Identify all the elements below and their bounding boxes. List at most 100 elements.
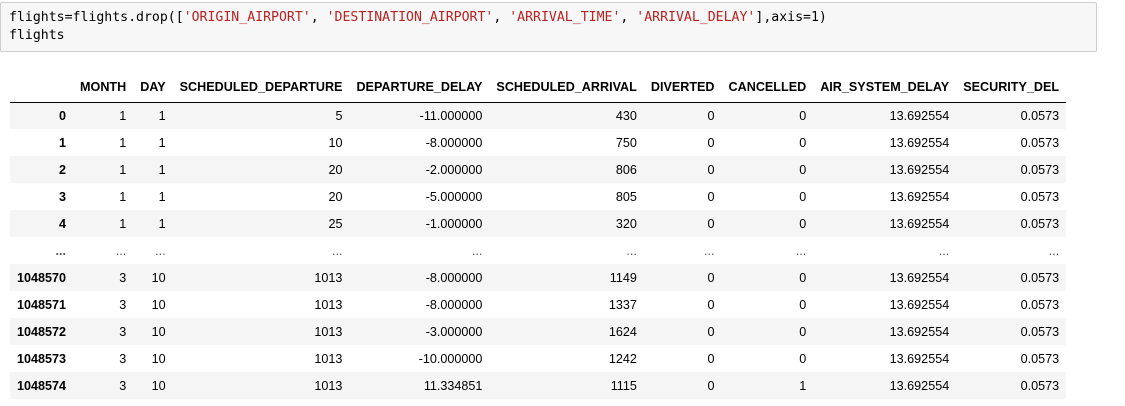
table-cell: 10	[151, 270, 166, 285]
table-cell: 0.0573	[1020, 189, 1060, 204]
table-row: 1048574 3 10 1013 11.334851 1115 0 1 13.692554 0.…	[10, 372, 1067, 399]
table-cell: 10	[151, 378, 166, 393]
table-cell: 1115	[610, 378, 637, 393]
table-cell: 3	[119, 378, 127, 393]
table-cell: 0	[799, 135, 807, 150]
table-cell: 0	[799, 297, 807, 312]
table-cell: 1	[158, 162, 166, 177]
table-cell: 10	[328, 135, 343, 150]
table-row: 1 1 1 10 -8.000000 750 0 0 13.692554 0.0573	[10, 129, 1067, 156]
table-cell: 13.692554	[889, 216, 950, 231]
row-index: 1048571	[17, 297, 67, 312]
code-token: ,	[493, 10, 510, 25]
table-cell: 1	[119, 162, 127, 177]
table-cell: 1149	[609, 270, 637, 285]
table-cell: 1	[158, 108, 166, 123]
code-string-token: 'DESTINATION_AIRPORT'	[326, 10, 494, 25]
table-cell: 806	[615, 162, 637, 177]
table-cell: 0	[707, 189, 715, 204]
table-cell: ...	[155, 243, 166, 258]
table-cell: 0.0573	[1020, 297, 1060, 312]
table-cell: 1	[119, 135, 127, 150]
code-string-token: 'ARRIVAL_DELAY'	[636, 10, 756, 25]
column-header: SCHEDULED_DEPARTURE	[172, 72, 350, 103]
table-header-row: MONTH DAY SCHEDULED_DEPARTURE DEPARTURE_DEL…	[10, 72, 1067, 103]
code-line-1: flights=flights.drop(['ORIGIN_AIRPORT', …	[9, 10, 827, 25]
table-cell: ...	[1048, 243, 1060, 258]
row-index: 2	[59, 162, 67, 177]
code-cell-input[interactable]: flights=flights.drop(['ORIGIN_AIRPORT', …	[0, 2, 1097, 52]
table-cell: 13.692554	[889, 162, 950, 177]
table-cell: 0	[707, 108, 715, 123]
table-cell: 0	[707, 162, 715, 177]
code-string-token: 'ORIGIN_AIRPORT'	[183, 10, 311, 25]
table-cell: 20	[328, 189, 343, 204]
table-cell: 1013	[314, 324, 343, 339]
row-index: 1048573	[17, 351, 67, 366]
index-header	[10, 72, 74, 103]
table-cell: 0	[707, 270, 715, 285]
table-cell: 13.692554	[889, 108, 950, 123]
table-cell: 1	[158, 189, 166, 204]
row-index: ...	[55, 243, 67, 258]
column-header: DIVERTED	[643, 72, 722, 103]
table-cell: 0.0573	[1020, 216, 1060, 231]
code-string-token: 'ARRIVAL_TIME'	[509, 10, 621, 25]
code-line-2: flights	[9, 28, 65, 43]
table-cell: 13.692554	[889, 351, 950, 366]
table-cell: ...	[704, 243, 715, 258]
row-index: 3	[59, 189, 67, 204]
table-cell: 1	[119, 189, 127, 204]
row-index: 1048572	[17, 324, 67, 339]
table-cell: 0.0573	[1020, 351, 1060, 366]
table-cell: 20	[328, 162, 343, 177]
table-cell: 0.0573	[1020, 135, 1060, 150]
cell-output-area[interactable]: MONTH DAY SCHEDULED_DEPARTURE DEPARTURE_DEL…	[10, 72, 1098, 402]
table-cell: -8.000000	[425, 297, 483, 312]
table-row: 1048570 3 10 1013 -8.000000 1149 0 0 13.692554 0.…	[10, 264, 1067, 291]
code-token: ],axis=1)	[755, 10, 827, 25]
table-cell: -1.000000	[425, 216, 483, 231]
table-cell: ...	[331, 243, 343, 258]
table-cell: 13.692554	[889, 189, 950, 204]
table-cell: ...	[795, 243, 807, 258]
table-cell: 10	[151, 324, 166, 339]
table-cell: 1013	[314, 297, 343, 312]
column-header: DEPARTURE_DELAY	[349, 72, 490, 103]
table-cell: 0	[799, 324, 807, 339]
table-row: 1048573 3 10 1013 -10.000000 1242 0 0 13.692554 0…	[10, 345, 1067, 372]
dataframe-table: MONTH DAY SCHEDULED_DEPARTURE DEPARTURE_DEL…	[10, 72, 1067, 399]
table-cell: 0.0573	[1020, 108, 1060, 123]
table-body: 0 1 1 5 -11.000000 430 0 0 13.692554 0.0573 1 1 1 10-…	[10, 102, 1067, 399]
table-cell: 13.692554	[889, 324, 950, 339]
table-cell: 3	[119, 351, 127, 366]
table-cell: -8.000000	[425, 135, 483, 150]
table-cell: ...	[471, 243, 483, 258]
table-cell: -3.000000	[425, 324, 483, 339]
table-cell: 1337	[608, 297, 637, 312]
table-cell: -5.000000	[425, 189, 483, 204]
table-cell: 1013	[314, 270, 343, 285]
table-row: 0 1 1 5 -11.000000 430 0 0 13.692554 0.0573	[10, 102, 1067, 129]
table-row: 4 1 1 25 -1.000000 320 0 0 13.692554 0.0573	[10, 210, 1067, 237]
table-cell: 0	[799, 189, 807, 204]
table-cell: 1242	[608, 351, 637, 366]
table-cell: 0.0573	[1020, 270, 1060, 285]
column-header: CANCELLED	[721, 72, 814, 103]
table-cell: 1013	[314, 351, 343, 366]
table-cell: 13.692554	[889, 378, 950, 393]
table-cell: 430	[615, 108, 637, 123]
code-token: flights=flights.drop([	[9, 10, 184, 25]
table-cell: 13.692554	[889, 135, 950, 150]
row-index: 1048570	[17, 270, 67, 285]
table-cell: 10	[151, 297, 166, 312]
table-cell: 11.334851	[423, 378, 483, 393]
table-cell: 0.0573	[1020, 324, 1060, 339]
table-cell: 25	[328, 216, 343, 231]
table-cell: 0.0573	[1020, 378, 1060, 393]
table-cell: 13.692554	[889, 270, 950, 285]
table-cell: -8.000000	[425, 270, 483, 285]
table-cell: 1624	[608, 324, 637, 339]
table-cell: 0	[707, 378, 715, 393]
table-cell: 0	[707, 216, 715, 231]
